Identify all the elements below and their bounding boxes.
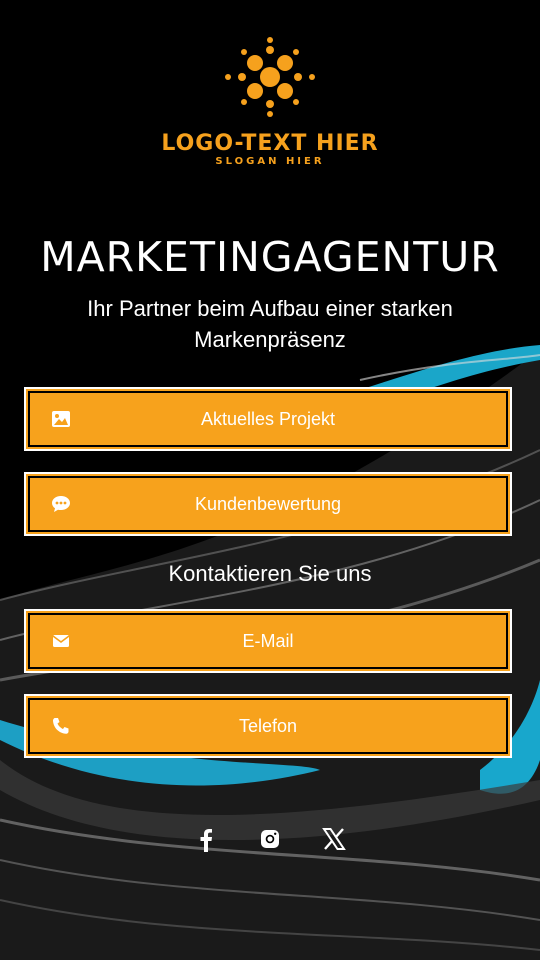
logo-text: LOGO-TEXT HIER [161, 131, 379, 156]
current-project-button[interactable]: Aktuelles Projekt [24, 387, 512, 451]
reviews-label: Kundenbewertung [194, 493, 342, 514]
logo-slogan: SLOGAN HIER [215, 156, 325, 167]
x-icon[interactable] [321, 826, 347, 852]
phone-button[interactable]: Telefon [24, 694, 512, 758]
phone-label: Telefon [238, 715, 298, 736]
page-subtitle: Ihr Partner beim Aufbau einer starken Ma… [87, 296, 453, 352]
email-label: E-Mail [242, 630, 294, 651]
contact-heading: Kontaktieren Sie uns [168, 561, 372, 586]
current-project-label: Aktuelles Projekt [200, 408, 336, 429]
page-title: MARKETINGAGENTUR [40, 233, 500, 281]
logo-icon [225, 37, 315, 117]
instagram-icon[interactable] [257, 826, 283, 852]
email-button[interactable]: E-Mail [24, 609, 512, 673]
reviews-button[interactable]: Kundenbewertung [24, 472, 512, 536]
facebook-icon[interactable] [193, 826, 219, 852]
page-content: LOGO-TEXT HIER SLOGAN HIER MARKETINGAGEN… [0, 0, 540, 960]
